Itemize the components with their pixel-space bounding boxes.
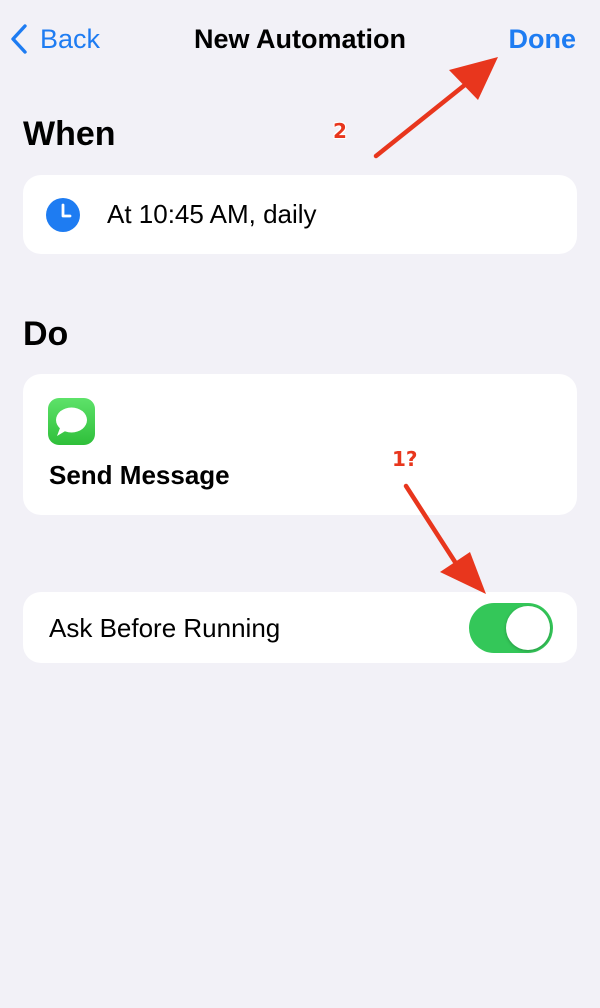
messages-icon bbox=[48, 398, 95, 445]
ask-before-running-row: Ask Before Running bbox=[23, 592, 577, 663]
do-section-title: Do bbox=[23, 315, 69, 353]
back-button[interactable]: Back bbox=[10, 22, 100, 56]
toggle-knob bbox=[506, 606, 550, 650]
trigger-label: At 10:45 AM, daily bbox=[107, 199, 317, 229]
when-section-title: When bbox=[23, 115, 116, 153]
action-card[interactable]: Send Message bbox=[23, 374, 577, 515]
ask-before-running-toggle[interactable] bbox=[469, 603, 553, 653]
trigger-row[interactable]: At 10:45 AM, daily bbox=[23, 175, 577, 254]
ask-before-running-label: Ask Before Running bbox=[49, 613, 281, 643]
clock-icon bbox=[46, 198, 80, 232]
annotation-marker-1: 1? bbox=[392, 447, 418, 471]
action-label: Send Message bbox=[49, 460, 230, 490]
chevron-left-icon bbox=[10, 23, 28, 55]
navigation-bar: Back New Automation Done bbox=[0, 0, 600, 78]
done-button[interactable]: Done bbox=[509, 22, 577, 56]
annotation-marker-2: 2 bbox=[333, 119, 347, 143]
back-label: Back bbox=[40, 24, 101, 54]
